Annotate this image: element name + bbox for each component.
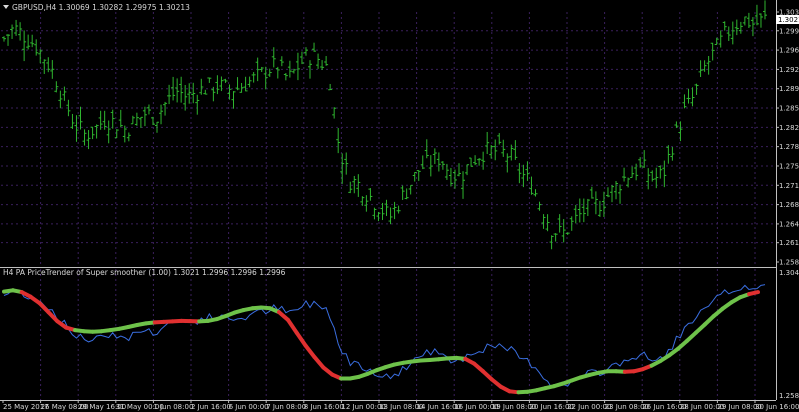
price-label: 1.27540 [779,162,799,170]
price-label: 1.29640 [779,47,799,55]
price-label: 1.28940 [779,85,799,93]
time-label: 7 Jun 08:00 [266,403,306,411]
price-label: 1.26490 [779,220,799,228]
indicator-price-bottom: 1.2586 [779,392,799,400]
time-label: 8 Jun 16:00 [304,403,344,411]
price-label: 1.29290 [779,66,799,74]
current-price-label: 1.30213 [778,16,799,24]
price-label: 1.26150 [779,239,799,247]
time-label: 2 Jun 16:00 [191,403,231,411]
price-label: 1.27190 [779,182,799,190]
price-label: 1.28240 [779,124,799,132]
price-label: 1.29990 [779,27,799,35]
price-label: 1.27890 [779,143,799,151]
time-label: 30 Jun 16:00 [755,403,799,411]
indicator-header: H4 PA PriceTrender of Super smoother (1.… [3,268,286,277]
time-label: 6 Jun 00:00 [229,403,269,411]
price-label: 1.28590 [779,105,799,113]
chart-window[interactable]: GBPUSD,H4 1.30069 1.30282 1.29975 1.3021… [0,0,799,412]
price-label: 1.26840 [779,201,799,209]
trend-segment-down [747,290,760,297]
main-panel-header: GBPUSD,H4 1.30069 1.30282 1.29975 1.3021… [12,3,190,12]
indicator-price-top: 1.3045 [779,269,799,277]
time-label: 1 Jun 08:00 [153,403,193,411]
price-label: 1.25800 [779,259,799,267]
